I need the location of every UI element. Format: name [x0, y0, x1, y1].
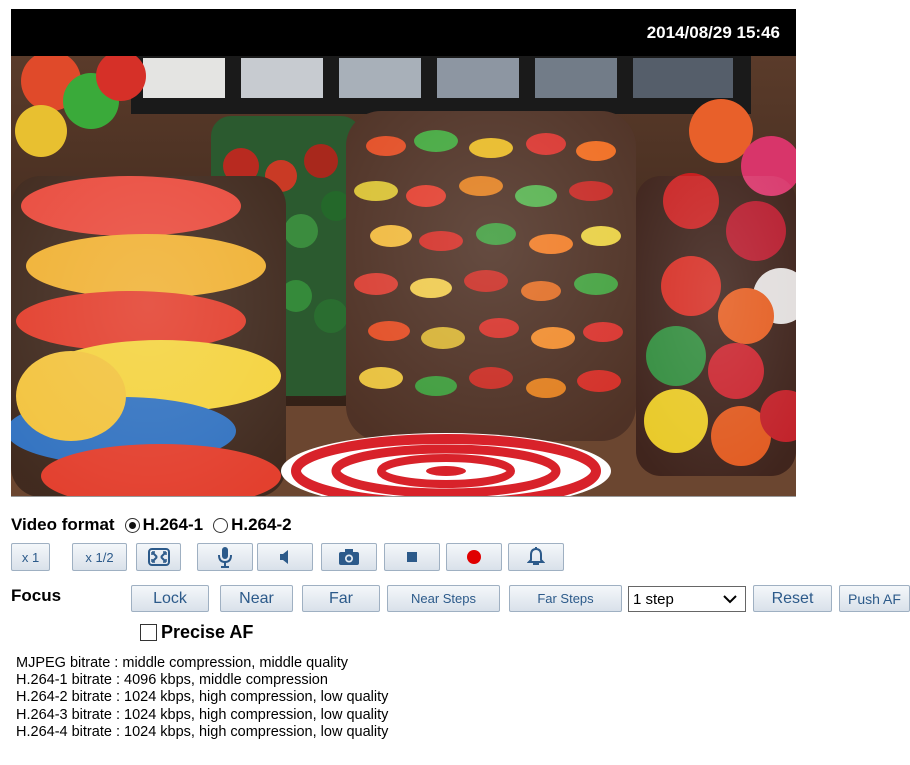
- fit-screen-icon: [147, 548, 170, 566]
- timestamp: 2014/08/29 15:46: [646, 22, 780, 42]
- focus-near-button[interactable]: Near: [220, 585, 293, 612]
- chevron-down-icon: [723, 595, 737, 604]
- focus-far-button[interactable]: Far: [302, 585, 380, 612]
- format-option-h264-2[interactable]: H.264-2: [213, 515, 292, 535]
- focus-label: Focus: [11, 586, 62, 605]
- push-af-button[interactable]: Push AF: [839, 585, 910, 612]
- camera-icon: [339, 549, 359, 565]
- precise-af-checkbox[interactable]: [140, 623, 157, 641]
- step-size-select[interactable]: 1 step: [628, 586, 746, 612]
- format-option-label: H.264-2: [231, 515, 292, 534]
- bitrate-info: MJPEG bitrate : middle compression, midd…: [16, 655, 388, 741]
- zoom-half-button[interactable]: x 1/2: [72, 543, 127, 571]
- format-option-h264-1[interactable]: H.264-1: [124, 515, 204, 535]
- focus-near-steps-button[interactable]: Near Steps: [387, 585, 500, 612]
- snapshot-button[interactable]: [321, 543, 377, 571]
- fit-screen-button[interactable]: [136, 543, 181, 571]
- zoom-1x-button[interactable]: x 1: [11, 543, 50, 571]
- speaker-icon: [280, 550, 288, 564]
- radio-h264-2[interactable]: [213, 517, 229, 533]
- bitrate-line: H.264-1 bitrate : 4096 kbps, middle comp…: [16, 672, 328, 689]
- alarm-button[interactable]: [508, 543, 564, 571]
- video-header-bar: 2014/08/29 15:46: [11, 9, 796, 56]
- stop-icon: [407, 552, 417, 562]
- video-format-row: Video format H.264-1 H.264-2: [11, 514, 292, 536]
- microphone-button[interactable]: [197, 543, 253, 571]
- precise-af-option[interactable]: Precise AF: [140, 621, 253, 643]
- radio-h264-1[interactable]: [124, 517, 140, 533]
- focus-reset-button[interactable]: Reset: [753, 585, 832, 612]
- stop-button[interactable]: [384, 543, 440, 571]
- bitrate-line: H.264-4 bitrate : 1024 kbps, high compre…: [16, 723, 389, 740]
- format-option-label: H.264-1: [142, 515, 204, 534]
- step-size-value: 1 step: [633, 590, 674, 608]
- speaker-button[interactable]: [257, 543, 313, 571]
- bitrate-line: H.264-3 bitrate : 1024 kbps, high compre…: [16, 706, 389, 723]
- record-icon: [467, 550, 481, 564]
- focus-lock-button[interactable]: Lock: [131, 585, 209, 612]
- video-stream[interactable]: [11, 56, 796, 497]
- precise-af-label: Precise AF: [161, 621, 254, 642]
- bitrate-line: MJPEG bitrate : middle compression, midd…: [16, 655, 349, 671]
- bitrate-line: H.264-2 bitrate : 1024 kbps, high compre…: [16, 689, 389, 706]
- alarm-bell-icon: [527, 547, 545, 565]
- microphone-icon: [218, 547, 232, 568]
- video-frame-image: [11, 56, 796, 496]
- video-format-label: Video format: [11, 515, 115, 534]
- focus-far-steps-button[interactable]: Far Steps: [509, 585, 622, 612]
- record-button[interactable]: [446, 543, 502, 571]
